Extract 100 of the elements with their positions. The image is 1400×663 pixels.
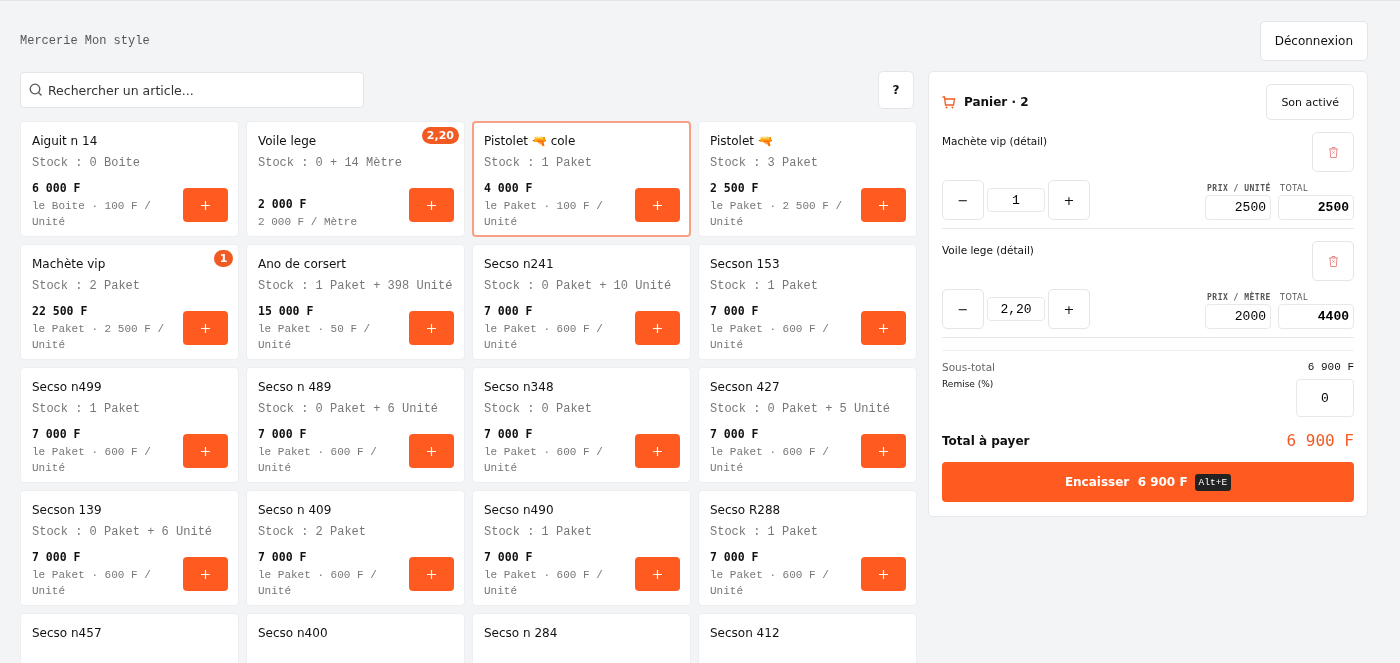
subtotal-label: Sous-total: [942, 361, 995, 373]
total-label: TOTAL: [1279, 293, 1309, 302]
stock-text: Stock : 1 Paket: [32, 402, 142, 416]
product-card[interactable]: Secson 427 Stock : 0 Paket + 5 Unité 7 000 F le Paket · 600 F / Unité: [698, 367, 917, 483]
product-price: 7 000 F: [258, 550, 308, 564]
unit-price: le Paket · 100 F / Unité: [484, 199, 604, 230]
sound-button[interactable]: Son activé: [1266, 84, 1354, 120]
trash-icon: [1328, 255, 1338, 267]
product-price: 7 000 F: [32, 427, 82, 441]
stock-text: Stock : 0 Paket + 6 Unité: [32, 525, 214, 539]
product-card[interactable]: Secson 139 Stock : 0 Paket + 6 Unité 7 000 F le Paket · 600 F / Unité: [20, 490, 239, 606]
unit-price: le Paket · 2 500 F / Unité: [32, 322, 166, 353]
stock-text: Stock : 0 Paket + 5 Unité: [710, 402, 892, 416]
stock-text: Stock : 0 + 14 Mètre: [258, 156, 404, 170]
product-name: Secson 153: [710, 257, 780, 271]
product-card[interactable]: Pistolet 🔫 Stock : 3 Paket 2 500 F le Paket · 2 500 F / Unité: [698, 121, 917, 237]
product-price: 7 000 F: [32, 550, 82, 564]
product-name: Secso n400: [258, 626, 328, 640]
plus-icon: [653, 200, 662, 210]
product-price: 4 000 F: [484, 181, 534, 195]
quantity-badge: 1: [214, 250, 233, 267]
help-button[interactable]: ?: [878, 71, 914, 109]
product-card[interactable]: Secso n400: [246, 613, 465, 663]
product-price: 7 000 F: [710, 427, 760, 441]
product-card[interactable]: Machète vip Stock : 2 Paket 22 500 F le Paket · 2 500 F / Unité 1: [20, 244, 239, 360]
product-card[interactable]: Secson 153 Stock : 1 Paket 7 000 F le Paket · 600 F / Unité: [698, 244, 917, 360]
search-field[interactable]: Rechercher un article...: [20, 72, 364, 108]
add-button[interactable]: [409, 557, 454, 591]
product-price: 7 000 F: [258, 427, 308, 441]
product-price: 7 000 F: [484, 304, 534, 318]
price-field[interactable]: 2500: [1205, 195, 1271, 220]
add-button[interactable]: [409, 434, 454, 468]
product-price: 6 000 F: [32, 181, 82, 195]
add-button[interactable]: [861, 188, 906, 222]
product-card[interactable]: Pistolet 🔫 cole Stock : 1 Paket 4 000 F le Paket · 100 F / Unité: [472, 121, 691, 237]
discount-field[interactable]: 0: [1296, 379, 1354, 417]
add-button[interactable]: [861, 557, 906, 591]
add-button[interactable]: [861, 311, 906, 345]
total-value: 6 900 F: [1286, 431, 1354, 450]
product-card[interactable]: Secso n457: [20, 613, 239, 663]
unit-price: 2 000 F / Mètre: [258, 215, 358, 230]
increase-button[interactable]: +: [1048, 289, 1090, 329]
product-card[interactable]: Secso n490 Stock : 1 Paket 7 000 F le Paket · 600 F / Unité: [472, 490, 691, 606]
price-label: PRIX / UNITÉ: [1206, 184, 1271, 193]
delete-button[interactable]: [1312, 132, 1354, 172]
add-button[interactable]: [635, 557, 680, 591]
plus-icon: [879, 200, 888, 210]
product-name: Secso n 409: [258, 503, 332, 517]
total-label: Total à payer: [942, 433, 1030, 448]
decrease-button[interactable]: −: [942, 180, 984, 220]
unit-price: le Paket · 600 F / Unité: [32, 568, 152, 599]
add-button[interactable]: [635, 188, 680, 222]
quantity-field[interactable]: 2,20: [987, 297, 1045, 321]
plus-icon: [427, 569, 436, 579]
logout-button[interactable]: Déconnexion: [1259, 21, 1368, 61]
price-label: PRIX / MÈTRE: [1206, 293, 1271, 302]
product-card[interactable]: Secson 412: [698, 613, 917, 663]
checkout-button[interactable]: Encaisser 6 900 F Alt+E: [942, 462, 1354, 502]
add-button[interactable]: [861, 434, 906, 468]
cart-title: Panier · 2: [964, 95, 1030, 109]
product-card[interactable]: Secso n499 Stock : 1 Paket 7 000 F le Paket · 600 F / Unité: [20, 367, 239, 483]
add-button[interactable]: [183, 557, 228, 591]
product-card[interactable]: Secso R288 Stock : 1 Paket 7 000 F le Paket · 600 F / Unité: [698, 490, 917, 606]
add-button[interactable]: [183, 188, 228, 222]
add-button[interactable]: [409, 188, 454, 222]
product-card[interactable]: Voile lege Stock : 0 + 14 Mètre 2 000 F 2 000 F / Mètre 2,20: [246, 121, 465, 237]
total-field[interactable]: 2500: [1278, 195, 1354, 220]
unit-price: le Paket · 600 F / Unité: [710, 322, 830, 353]
add-button[interactable]: [183, 434, 228, 468]
stock-text: Stock : 1 Paket + 398 Unité: [258, 279, 454, 293]
unit-price: le Paket · 600 F / Unité: [258, 568, 378, 599]
add-button[interactable]: [635, 434, 680, 468]
product-card[interactable]: Secso n 409 Stock : 2 Paket 7 000 F le Paket · 600 F / Unité: [246, 490, 465, 606]
unit-price: le Paket · 600 F / Unité: [710, 568, 830, 599]
unit-price: le Paket · 2 500 F / Unité: [710, 199, 844, 230]
product-name: Secso n241: [484, 257, 554, 271]
price-field[interactable]: 2000: [1205, 304, 1271, 329]
cart-icon: [942, 95, 956, 109]
total-field[interactable]: 4400: [1278, 304, 1354, 329]
product-card[interactable]: Secso n 284: [472, 613, 691, 663]
product-card[interactable]: Aiguit n 14 Stock : 0 Boite 6 000 F le Boite · 100 F / Unité: [20, 121, 239, 237]
unit-price: le Paket · 600 F / Unité: [484, 445, 604, 476]
quantity-field[interactable]: 1: [987, 188, 1045, 212]
total-label: TOTAL: [1279, 184, 1309, 193]
product-card[interactable]: Secso n348 Stock : 0 Paket 7 000 F le Paket · 600 F / Unité: [472, 367, 691, 483]
product-card[interactable]: Ano de corsert Stock : 1 Paket + 398 Unité 15 000 F le Paket · 50 F / Unité: [246, 244, 465, 360]
product-price: 7 000 F: [484, 427, 534, 441]
increase-button[interactable]: +: [1048, 180, 1090, 220]
product-name: Secso n490: [484, 503, 554, 517]
product-name: Aiguit n 14: [32, 134, 98, 148]
product-card[interactable]: Secso n 489 Stock : 0 Paket + 6 Unité 7 000 F le Paket · 600 F / Unité: [246, 367, 465, 483]
add-button[interactable]: [409, 311, 454, 345]
product-name: Voile lege: [258, 134, 317, 148]
product-price: 2 000 F: [258, 197, 308, 211]
delete-button[interactable]: [1312, 241, 1354, 281]
product-card[interactable]: Secso n241 Stock : 0 Paket + 10 Unité 7 000 F le Paket · 600 F / Unité: [472, 244, 691, 360]
decrease-button[interactable]: −: [942, 289, 984, 329]
add-button[interactable]: [635, 311, 680, 345]
add-button[interactable]: [183, 311, 228, 345]
stock-text: Stock : 0 Paket: [484, 402, 594, 416]
